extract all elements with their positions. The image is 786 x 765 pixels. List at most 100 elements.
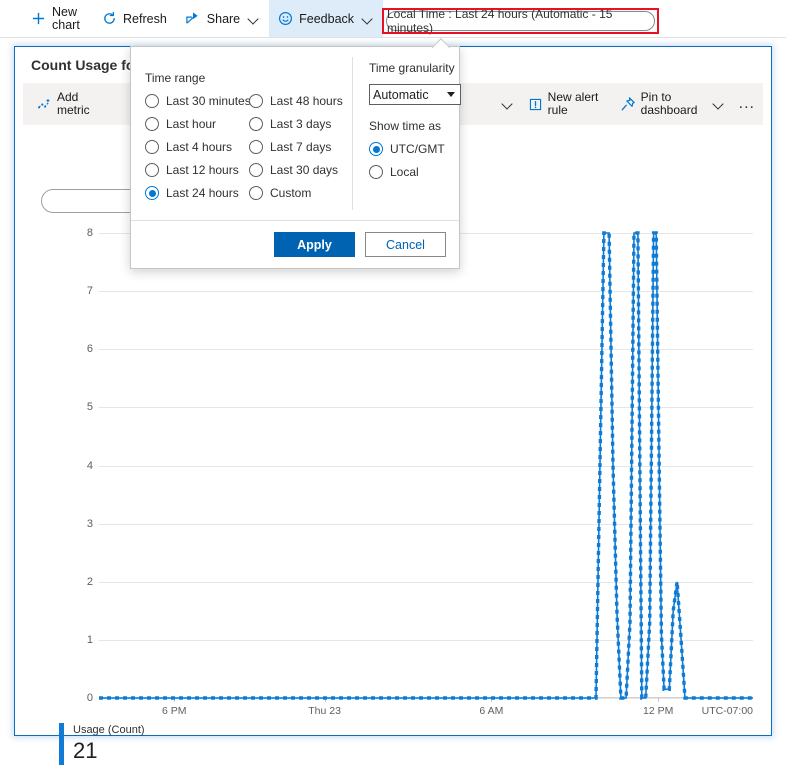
radio-icon — [145, 94, 159, 108]
cancel-button[interactable]: Cancel — [365, 232, 446, 257]
time-picker-container: Local Time : Last 24 hours (Automatic - … — [382, 7, 659, 35]
chevron-down-icon[interactable] — [248, 13, 260, 25]
y-axis-tick-label: 0 — [86, 692, 93, 704]
granularity-section: Time granularity Automatic Show time as … — [353, 47, 465, 222]
add-metric-label: Add metric — [57, 90, 90, 117]
more-options-button[interactable]: ... — [731, 95, 763, 113]
y-axis-tick-label: 4 — [86, 459, 93, 472]
time-range-option-label: Last 12 hours — [166, 163, 239, 177]
chart-plot-area: 0 1 2 3 4 5 6 7 8 6 PM Thu 23 6 AM 12 PM UTC-07:00 — [87, 227, 753, 717]
y-axis-tick-label: 6 — [86, 343, 93, 356]
apply-button[interactable]: Apply — [274, 232, 355, 257]
add-metric-button[interactable]: Add metric — [29, 83, 121, 125]
new-alert-rule-button[interactable]: New alert rule — [520, 83, 612, 125]
y-axis-tick-label: 1 — [86, 633, 93, 646]
pin-dropdown[interactable] — [705, 83, 731, 125]
legend-series-value: 21 — [73, 738, 98, 763]
radio-icon — [249, 186, 263, 200]
chart-type-dropdown[interactable] — [494, 83, 520, 125]
time-range-section: Time range Last 30 minutes Last hour Last … — [131, 57, 353, 210]
pin-to-dashboard-label: Pin to dashboard — [640, 90, 698, 117]
granularity-select[interactable]: Automatic — [369, 84, 461, 105]
time-range-option-alt-3[interactable]: Last 30 days — [249, 163, 345, 177]
show-time-as-heading: Show time as — [369, 119, 442, 133]
radio-icon — [145, 117, 159, 131]
x-axis-tick-label: 6 PM — [161, 705, 187, 717]
series-solid-path — [99, 232, 753, 699]
new-chart-button[interactable]: New chart — [22, 0, 93, 37]
legend-color-swatch — [59, 723, 64, 765]
add-metric-icon — [37, 97, 52, 112]
radio-icon — [145, 163, 159, 177]
new-alert-rule-label: New alert rule — [547, 90, 599, 117]
time-range-option-3[interactable]: Last 12 hours — [145, 163, 241, 177]
chart-legend: Usage (Count) 21 — [59, 723, 145, 765]
radio-icon — [249, 117, 263, 131]
feedback-button[interactable]: Feedback — [269, 0, 384, 37]
radio-icon — [369, 142, 383, 156]
pin-icon — [620, 96, 636, 112]
x-axis-tick-label: Thu 23 — [308, 705, 341, 717]
share-button[interactable]: Share — [176, 0, 269, 37]
time-range-option-4[interactable]: Last 24 hours — [145, 186, 241, 200]
time-range-option-label: Last 30 minutes — [166, 94, 251, 108]
time-range-column-left: Last 30 minutes Last hour Last 4 hours Last… — [145, 94, 251, 200]
time-range-option-alt-label: Last 30 days — [270, 163, 339, 177]
time-range-option-alt-1[interactable]: Last 3 days — [249, 117, 345, 131]
time-range-option-alt-0[interactable]: Last 48 hours — [249, 94, 345, 108]
feedback-label: Feedback — [299, 11, 355, 26]
share-label: Share — [206, 11, 241, 26]
refresh-label: Refresh — [123, 11, 167, 26]
radio-icon — [249, 140, 263, 154]
time-range-option-label: Last 24 hours — [166, 186, 239, 200]
alert-icon — [528, 97, 543, 112]
share-icon — [185, 11, 201, 26]
time-range-option-1[interactable]: Last hour — [145, 117, 241, 131]
granularity-selected-value: Automatic — [373, 87, 429, 102]
show-time-as-options: UTC/GMT Local — [369, 142, 465, 179]
radio-icon — [145, 140, 159, 154]
highlight-annotation-box — [382, 8, 659, 34]
show-time-as-option-1[interactable]: Local — [369, 165, 465, 179]
y-axis-tick-label: 2 — [86, 575, 93, 588]
flyout-beak — [432, 38, 450, 48]
chevron-down-icon[interactable] — [362, 13, 374, 25]
chevron-down-icon — [713, 98, 725, 110]
y-axis-tick-label: 7 — [86, 285, 93, 298]
time-range-option-label: Last 4 hours — [166, 140, 233, 154]
time-range-option-0[interactable]: Last 30 minutes — [145, 94, 251, 108]
chevron-down-icon — [447, 92, 455, 97]
x-axis-tick-mark — [658, 698, 660, 702]
radio-icon — [145, 186, 159, 200]
time-range-heading: Time range — [145, 71, 206, 85]
time-range-option-alt-label: Last 48 hours — [270, 94, 343, 108]
time-range-option-label: Last hour — [166, 117, 217, 131]
refresh-icon — [102, 11, 117, 26]
legend-series-name: Usage (Count) — [73, 724, 145, 736]
y-axis-tick-label: 8 — [86, 227, 93, 239]
time-range-option-alt-label: Custom — [270, 186, 312, 200]
chevron-down-icon — [502, 98, 514, 110]
radio-icon — [369, 165, 383, 179]
time-range-option-alt-label: Last 7 days — [270, 140, 332, 154]
pin-to-dashboard-button[interactable]: Pin to dashboard — [612, 83, 705, 125]
series-dotted-path — [99, 231, 753, 700]
flyout-body: Time range Last 30 minutes Last hour Last … — [131, 47, 461, 222]
timezone-label: UTC-07:00 — [701, 705, 753, 717]
time-range-column-right: Last 48 hours Last 3 days Last 7 days Last … — [249, 94, 345, 200]
x-axis-tick-label: 12 PM — [642, 705, 674, 717]
radio-icon — [249, 163, 263, 177]
time-range-option-2[interactable]: Last 4 hours — [145, 140, 241, 154]
time-range-option-alt-4[interactable]: Custom — [249, 186, 345, 200]
granularity-heading: Time granularity — [369, 61, 455, 75]
time-range-option-alt-2[interactable]: Last 7 days — [249, 140, 345, 154]
plus-icon — [31, 11, 46, 26]
usage-count-series — [99, 231, 753, 700]
time-range-option-alt-label: Last 3 days — [270, 117, 332, 131]
smiley-icon — [278, 11, 293, 26]
refresh-button[interactable]: Refresh — [93, 0, 176, 37]
y-axis-tick-label: 3 — [86, 517, 93, 530]
radio-icon — [249, 94, 263, 108]
show-time-as-option-0[interactable]: UTC/GMT — [369, 142, 465, 156]
new-chart-label: New chart — [52, 4, 80, 32]
